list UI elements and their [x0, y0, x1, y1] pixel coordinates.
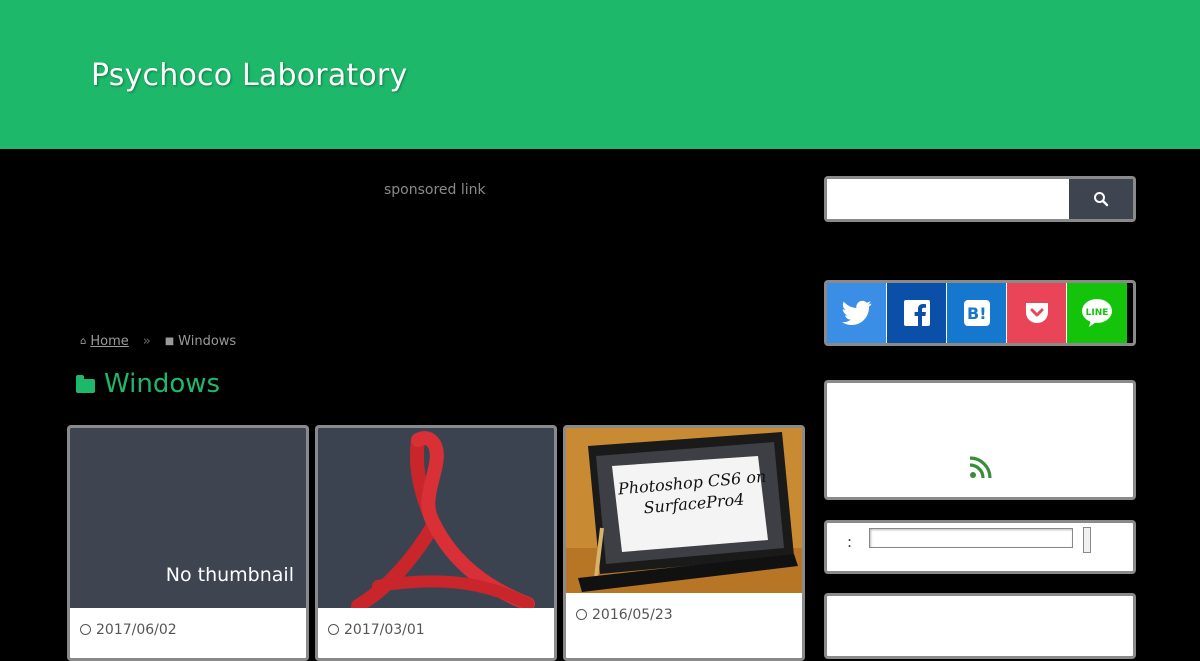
breadcrumb-separator: » [142, 334, 151, 349]
form-input[interactable] [869, 528, 1073, 548]
article-card[interactable]: No thumbnail 2017/06/02 [67, 425, 309, 661]
search-icon [1094, 192, 1109, 207]
share-buttons: B! LINE [824, 280, 1136, 346]
hatena-share-button[interactable]: B! [947, 283, 1007, 343]
sponsored-label: sponsored link [384, 182, 486, 198]
svg-text:B!: B! [967, 304, 987, 323]
breadcrumb: ⌂ Home » ■ Windows [80, 334, 236, 349]
no-thumbnail-placeholder[interactable]: No thumbnail [70, 428, 306, 608]
clock-icon [576, 609, 587, 620]
folder-icon [76, 374, 95, 393]
sidebar-widget [824, 593, 1136, 659]
post-date: 2016/05/23 [576, 607, 673, 623]
acrobat-logo-icon [351, 431, 535, 613]
twitter-share-button[interactable] [827, 283, 887, 343]
site-header: Psychoco Laboratory [0, 0, 1200, 149]
post-date-text: 2017/06/02 [96, 622, 177, 638]
home-icon: ⌂ [80, 336, 87, 347]
facebook-icon [903, 300, 930, 326]
form-label: : [847, 533, 853, 551]
breadcrumb-home-link[interactable]: Home [90, 334, 128, 349]
acrobat-thumbnail[interactable] [318, 428, 554, 613]
no-thumbnail-label: No thumbnail [165, 564, 294, 586]
line-icon: LINE [1082, 299, 1112, 327]
svg-text:LINE: LINE [1086, 308, 1109, 318]
breadcrumb-current: Windows [178, 334, 237, 349]
post-date-text: 2016/05/23 [592, 607, 673, 623]
hatena-bookmark-icon: B! [963, 300, 990, 326]
twitter-icon [841, 300, 871, 325]
line-share-button[interactable]: LINE [1067, 283, 1127, 343]
folder-icon: ■ [164, 336, 175, 347]
facebook-share-button[interactable] [887, 283, 947, 343]
rss-icon[interactable] [969, 455, 993, 479]
site-title-link[interactable]: Psychoco Laboratory [91, 58, 407, 93]
search-input[interactable] [827, 179, 1069, 219]
post-date: 2017/06/02 [80, 622, 177, 638]
pocket-share-button[interactable] [1007, 283, 1067, 343]
search-form [824, 176, 1136, 222]
form-widget: : [824, 520, 1136, 574]
page-title: Windows [76, 369, 220, 399]
form-submit-button[interactable] [1083, 527, 1091, 553]
surface-photo-thumbnail[interactable]: Photoshop CS6 on SurfacePro4 [566, 428, 802, 593]
page-title-text: Windows [104, 369, 221, 399]
feed-widget [824, 380, 1136, 500]
pocket-icon [1025, 303, 1048, 323]
search-button[interactable] [1069, 179, 1133, 219]
article-card[interactable]: Photoshop CS6 on SurfacePro4 2016/05/23 [563, 425, 805, 661]
post-date: 2017/03/01 [328, 622, 425, 638]
article-card[interactable]: 2017/03/01 [315, 425, 557, 661]
post-date-text: 2017/03/01 [344, 622, 425, 638]
